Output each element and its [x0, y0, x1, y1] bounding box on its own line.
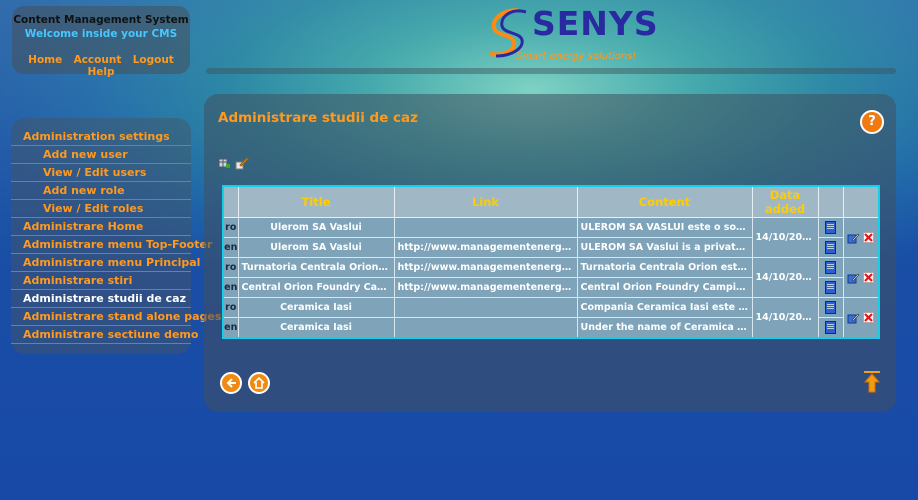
help-button[interactable]: ?: [860, 110, 884, 134]
document-icon[interactable]: [825, 241, 836, 254]
table-header-row: Title Link Content Data added: [222, 185, 880, 218]
title-cell: Ceramica Iasi: [237, 317, 395, 339]
sidebar-item[interactable]: View / Edit roles: [11, 200, 191, 218]
logo-tagline: Smart energy solutions!: [516, 51, 637, 62]
edit-pencil-icon[interactable]: [235, 156, 249, 170]
cms-header-box: Content Management System Welcome inside…: [12, 6, 190, 78]
document-icon[interactable]: [825, 281, 836, 294]
title-cell: Ceramica Iasi: [237, 297, 395, 318]
col-header-doc: [817, 185, 844, 218]
date-cell: 14/10/2011: [751, 297, 819, 339]
content-cell: Turnatoria Centrala Orion este unul...: [576, 257, 753, 278]
col-header-link[interactable]: Link: [393, 185, 578, 218]
link-cell[interactable]: [393, 297, 578, 318]
view-doc-cell[interactable]: [817, 217, 844, 238]
sidebar-item[interactable]: Administrare menu Principal: [11, 254, 200, 272]
home-button[interactable]: [248, 372, 270, 394]
table-body: ro Ulerom SA Vaslui ULEROM SA VASLUI este …: [222, 217, 880, 339]
row-actions-cell: [842, 217, 880, 258]
sidebar-item[interactable]: Administrare stand alone pages: [11, 308, 221, 326]
lang-cell: en: [222, 237, 239, 258]
header-divider: [206, 68, 896, 74]
table-row[interactable]: roTurnatoria Centrala Orion Campinahttp:…: [222, 257, 880, 298]
title-cell: Central Orion Foundry Campina: [237, 277, 395, 298]
sidebar-item[interactable]: Administrare Home: [11, 218, 191, 236]
lang-cell: ro: [222, 257, 239, 278]
content-cell: ULEROM SA Vaslui is a private owned...: [576, 237, 753, 258]
content-cell: Compania Ceramica Iasi este orienta...: [576, 297, 753, 318]
edit-icon[interactable]: [847, 232, 860, 244]
title-cell: Ulerom SA Vaslui: [237, 237, 395, 258]
sidebar-item[interactable]: Add new user: [11, 146, 191, 164]
link-cell[interactable]: http://www.managementenergetic.ro/e...: [393, 237, 578, 258]
sidebar-item[interactable]: Add new role: [11, 182, 191, 200]
delete-icon[interactable]: [863, 312, 875, 323]
table-row[interactable]: ro Ceramica Iasi Compania Ceramica Iasi es…: [222, 297, 880, 339]
add-grid-icon[interactable]: [218, 157, 230, 169]
link-cell[interactable]: http://www.managementenergetic.ro/e...: [393, 277, 578, 298]
sidebar-item[interactable]: Administrare studii de caz: [11, 290, 191, 308]
view-doc-cell[interactable]: [817, 257, 844, 278]
top-nav: Home Account Logout Help: [12, 54, 190, 78]
nav-account-link[interactable]: Account: [74, 54, 122, 66]
toolbar: [218, 152, 249, 171]
logo-text: SENYS: [532, 4, 659, 43]
arrow-left-icon: [226, 378, 236, 388]
content-cell: ULEROM SA VASLUI este o societate c...: [576, 217, 753, 238]
col-header-actions: [842, 185, 880, 218]
col-header-title[interactable]: Title: [237, 185, 395, 218]
edit-icon[interactable]: [847, 272, 860, 284]
date-cell: 14/10/2011: [751, 217, 819, 258]
view-doc-cell[interactable]: [817, 297, 844, 318]
title-cell: Ulerom SA Vaslui: [237, 217, 395, 238]
scroll-top-icon[interactable]: [862, 370, 882, 394]
home-icon: [253, 376, 265, 389]
lang-cell: en: [222, 277, 239, 298]
view-doc-cell[interactable]: [817, 317, 844, 339]
delete-icon[interactable]: [863, 232, 875, 243]
sidebar-item[interactable]: View / Edit users: [11, 164, 191, 182]
nav-help-link[interactable]: Help: [87, 66, 114, 78]
lang-cell: en: [222, 317, 239, 339]
sidebar: Administration settings Add new user View …: [11, 118, 221, 354]
col-header-content[interactable]: Content: [576, 185, 753, 218]
sidebar-item[interactable]: Administrare sectiune demo: [11, 326, 198, 344]
col-header-lang: [222, 185, 239, 218]
nav-logout-link[interactable]: Logout: [133, 54, 174, 66]
nav-home-link[interactable]: Home: [28, 54, 62, 66]
welcome-text: Welcome inside your CMS: [24, 28, 178, 40]
page-title: Administrare studii de caz: [218, 110, 419, 126]
link-cell[interactable]: http://www.managementenergetic.ro/S...: [393, 257, 578, 278]
table-row[interactable]: ro Ulerom SA Vaslui ULEROM SA VASLUI este …: [222, 217, 880, 258]
lang-cell: ro: [222, 297, 239, 318]
delete-icon[interactable]: [863, 272, 875, 283]
link-cell[interactable]: [393, 317, 578, 339]
main-panel: Administrare studii de caz ? Title Link …: [204, 94, 896, 412]
document-icon[interactable]: [825, 261, 836, 274]
case-studies-table: Title Link Content Data added ro Ulerom S…: [222, 185, 880, 339]
sidebar-menu: Administration settings Add new user View …: [11, 128, 221, 344]
cms-title: Content Management System: [13, 14, 189, 26]
sidebar-item[interactable]: Administrare menu Top-Footer: [11, 236, 212, 254]
link-cell[interactable]: [393, 217, 578, 238]
view-doc-cell[interactable]: [817, 237, 844, 258]
document-icon[interactable]: [825, 221, 836, 234]
content-cell: Central Orion Foundry Campina is a...: [576, 277, 753, 298]
col-header-date[interactable]: Data added: [751, 185, 819, 218]
lang-cell: ro: [222, 217, 239, 238]
back-button[interactable]: [220, 372, 242, 394]
sidebar-item[interactable]: Administrare stiri: [11, 272, 191, 290]
title-cell: Turnatoria Centrala Orion Campina: [237, 257, 395, 278]
row-actions-cell: [842, 257, 880, 298]
document-icon[interactable]: [825, 301, 836, 314]
row-actions-cell: [842, 297, 880, 339]
document-icon[interactable]: [825, 321, 836, 334]
sidebar-item[interactable]: Administration settings: [11, 128, 191, 146]
content-cell: Under the name of Ceramica Iasi, th...: [576, 317, 753, 339]
view-doc-cell[interactable]: [817, 277, 844, 298]
edit-icon[interactable]: [847, 312, 860, 324]
date-cell: 14/10/2011: [751, 257, 819, 298]
